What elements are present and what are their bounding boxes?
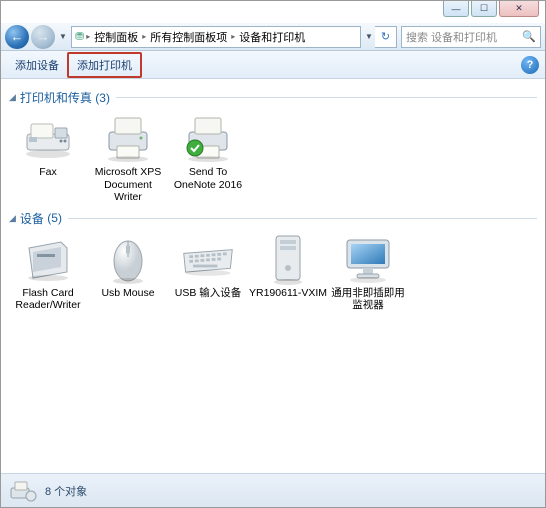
printers-grid: Fax Microsoft XPS Document Writer [9, 110, 537, 204]
status-devices-icon [9, 478, 37, 504]
search-input[interactable]: 搜索 设备和打印机 🔍 [401, 26, 541, 48]
path-dropdown-icon[interactable]: ▼ [363, 32, 375, 41]
back-button[interactable]: ← [5, 25, 29, 49]
add-device-button[interactable]: 添加设备 [7, 54, 67, 76]
group-title: 打印机和传真 [20, 89, 92, 106]
breadcrumb-segment[interactable]: 控制面板 [92, 29, 140, 45]
fax-icon [20, 110, 76, 166]
history-dropdown-icon[interactable]: ▼ [57, 32, 69, 41]
group-divider [68, 218, 537, 219]
item-label: 通用非即插即用监视器 [329, 287, 407, 312]
collapse-icon: ◢ [9, 213, 16, 224]
refresh-button[interactable]: ↻ [375, 26, 397, 48]
add-printer-button[interactable]: 添加打印机 [67, 52, 142, 78]
address-bar: ← → ▼ ⛃ ▸ 控制面板 ▸ 所有控制面板项 ▸ 设备和打印机 ▼ ↻ 搜索… [1, 23, 545, 51]
monitor-icon [340, 231, 396, 287]
group-divider [116, 97, 537, 98]
device-item-xps-writer[interactable]: Microsoft XPS Document Writer [89, 110, 167, 204]
item-label: Usb Mouse [101, 287, 154, 300]
status-bar: 8 个对象 [1, 473, 545, 507]
content-area: ◢ 打印机和传真 (3) Fax [1, 79, 545, 473]
device-item-monitor[interactable]: 通用非即插即用监视器 [329, 231, 407, 312]
device-item-card-reader[interactable]: Flash Card Reader/Writer [9, 231, 87, 312]
forward-button[interactable]: → [31, 25, 55, 49]
printer-default-icon [180, 110, 236, 166]
card-reader-icon [20, 231, 76, 287]
item-label: USB 输入设备 [175, 287, 242, 300]
status-text: 8 个对象 [45, 483, 87, 499]
device-item-fax[interactable]: Fax [9, 110, 87, 204]
close-button[interactable]: ✕ [499, 1, 539, 17]
breadcrumb-arrow-icon: ▸ [86, 32, 90, 41]
help-button[interactable]: ? [521, 56, 539, 74]
group-count: (5) [47, 211, 62, 225]
devices-grid: Flash Card Reader/Writer Usb Mouse [9, 231, 537, 312]
minimize-button[interactable]: — [443, 1, 469, 17]
device-item-usb-mouse[interactable]: Usb Mouse [89, 231, 167, 312]
breadcrumb-segment[interactable]: 所有控制面板项 [148, 29, 229, 45]
printer-icon [100, 110, 156, 166]
maximize-button[interactable]: ☐ [471, 1, 497, 17]
breadcrumb-arrow-icon: ▸ [142, 32, 146, 41]
search-placeholder: 搜索 设备和打印机 [406, 29, 497, 45]
group-title: 设备 [20, 210, 44, 227]
breadcrumb[interactable]: ⛃ ▸ 控制面板 ▸ 所有控制面板项 ▸ 设备和打印机 [71, 26, 361, 48]
search-icon: 🔍 [522, 30, 536, 43]
device-item-onenote[interactable]: Send To OneNote 2016 [169, 110, 247, 204]
item-label: Microsoft XPS Document Writer [89, 166, 167, 204]
toolbar: 添加设备 添加打印机 ? [1, 51, 545, 79]
keyboard-icon [180, 231, 236, 287]
window-caption-buttons: — ☐ ✕ [443, 1, 539, 19]
device-item-computer[interactable]: YR190611-VXIM [249, 231, 327, 312]
computer-tower-icon [260, 231, 316, 287]
group-header-printers[interactable]: ◢ 打印机和传真 (3) [9, 89, 537, 106]
item-label: Fax [39, 166, 57, 179]
breadcrumb-segment[interactable]: 设备和打印机 [237, 29, 307, 45]
group-header-devices[interactable]: ◢ 设备 (5) [9, 210, 537, 227]
device-item-usb-input[interactable]: USB 输入设备 [169, 231, 247, 312]
mouse-icon [100, 231, 156, 287]
breadcrumb-arrow-icon: ▸ [231, 32, 235, 41]
collapse-icon: ◢ [9, 92, 16, 103]
location-root-icon: ⛃ [75, 30, 84, 43]
item-label: Send To OneNote 2016 [169, 166, 247, 191]
group-count: (3) [95, 91, 110, 105]
item-label: YR190611-VXIM [249, 287, 327, 300]
item-label: Flash Card Reader/Writer [9, 287, 87, 312]
